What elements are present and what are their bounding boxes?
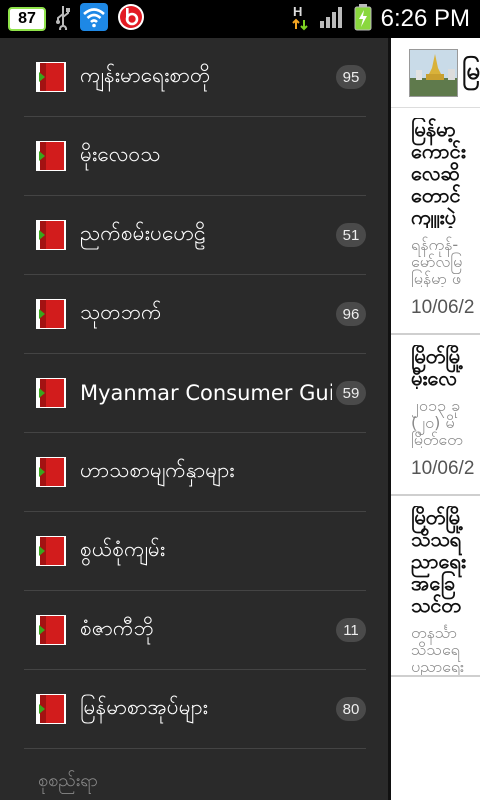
svg-text:H: H <box>293 4 302 19</box>
content-header-title: မြ <box>462 56 480 85</box>
book-icon <box>36 536 66 566</box>
sidebar-item[interactable]: Myanmar Consumer Guide59 <box>24 354 366 433</box>
sidebar-item[interactable]: ညက်စမ်းပဟေဠိ 51 <box>24 196 366 275</box>
unread-count-badge: 11 <box>336 618 366 642</box>
unread-count-badge: 95 <box>336 65 366 89</box>
article-excerpt: တနင်္သာ သိသရေ ပညာရေး <box>411 624 465 675</box>
unread-count-badge: 51 <box>336 223 366 247</box>
book-icon <box>36 457 66 487</box>
article-excerpt: ရန်ကုန်- မော်လမြ မြန်မာ့ ဖ <box>411 236 463 287</box>
content-header[interactable]: မြ <box>391 38 480 108</box>
article-list: မြန်မာ့ ကောင်း လေဆိ တောင် ကျူးပဲ့ရန်ကုန်… <box>391 108 480 677</box>
sidebar-item[interactable]: စံဇာကီဘို 11 <box>24 591 366 670</box>
book-icon <box>36 299 66 329</box>
sidebar-item[interactable]: ဟာသစာမျက်နှာများ <box>24 433 366 512</box>
pagoda-thumbnail <box>409 48 459 97</box>
battery-charging-icon <box>353 3 373 35</box>
article-title: မြန်မာ့ ကောင်း လေဆိ တောင် ကျူးပဲ့ <box>411 118 466 228</box>
battery-badge-icon: 87 <box>8 7 46 31</box>
sidebar-item[interactable]: မိုးလေဝသ <box>24 117 366 196</box>
sidebar-item-label: Myanmar Consumer Guide <box>80 381 332 405</box>
sidebar-drawer: ကျန်းမာရေးစာတို 95 မိုးလေဝသညက်စမ်းပဟေဠိ 51 သ… <box>0 38 388 800</box>
article-card[interactable]: မြိတ်မြို့ မိုးလေ၂၀၁၃ ခု (၂၀) မိ မြိတ်တေ… <box>391 335 480 496</box>
beats-audio-icon <box>116 2 146 36</box>
article-card[interactable]: မြိတ်မြို့ သိသရ ညာရေး အခြေ သင်တတနင်္သာ သ… <box>391 496 480 677</box>
article-date: 10/06/2 <box>411 458 475 479</box>
sidebar-item[interactable]: ကျန်းမာရေးစာတို 95 <box>24 38 366 117</box>
sidebar-item-label: စံဇာကီဘို <box>80 615 154 640</box>
clock: 6:26 PM <box>380 5 470 32</box>
article-title: မြိတ်မြို့ မိုးလေ <box>411 345 464 389</box>
sidebar-footer-label: စုစည်းရာ <box>38 770 98 791</box>
sidebar-item-label: မြန်မာစာအုပ်များ <box>80 694 209 719</box>
book-icon <box>36 220 66 250</box>
sidebar-item-label: ဟာသစာမျက်နှာများ <box>80 457 235 482</box>
book-icon <box>36 694 66 724</box>
book-icon <box>36 141 66 171</box>
unread-count-badge: 80 <box>336 697 366 721</box>
sidebar-item-label: ကျန်းမာရေးစာတို <box>80 62 211 87</box>
sidebar-item-label: ညက်စမ်းပဟေဠိ <box>80 220 206 245</box>
book-icon <box>36 378 66 408</box>
sidebar-item-label: သုတဘက် <box>80 299 162 324</box>
sidebar-item[interactable]: မြန်မာစာအုပ်များ 80 <box>24 670 366 749</box>
sidebar-item[interactable]: စွယ်စုံကျမ်း <box>24 512 366 591</box>
usb-icon <box>54 4 72 34</box>
status-bar: 87 H 6:26 PM <box>0 0 480 38</box>
article-card[interactable]: မြန်မာ့ ကောင်း လေဆိ တောင် ကျူးပဲ့ရန်ကုန်… <box>391 108 480 335</box>
hspa-data-icon: H <box>291 3 311 35</box>
unread-count-badge: 96 <box>336 302 366 326</box>
book-icon <box>36 615 66 645</box>
sidebar-list: ကျန်းမာရေးစာတို 95 မိုးလေဝသညက်စမ်းပဟေဠိ 51 သ… <box>0 38 388 749</box>
sidebar-item[interactable]: သုတဘက် 96 <box>24 275 366 354</box>
wifi-icon <box>80 3 108 35</box>
battery-level: 87 <box>18 10 36 27</box>
sidebar-item-label: စွယ်စုံကျမ်း <box>80 536 166 561</box>
unread-count-badge: 59 <box>336 381 366 405</box>
book-icon <box>36 62 66 92</box>
sidebar-item-label: မိုးလေဝသ <box>80 141 161 166</box>
article-excerpt: ၂၀၁၃ ခု (၂၀) မိ မြိတ်တေ <box>411 397 463 448</box>
content-panel[interactable]: မြ မြန်မာ့ ကောင်း လေဆိ တောင် ကျူးပဲ့ရန်က… <box>388 38 480 800</box>
article-title: မြိတ်မြို့ သိသရ ညာရေး အခြေ သင်တ <box>411 506 466 616</box>
article-date: 10/06/2 <box>411 297 475 318</box>
signal-strength-icon <box>319 5 345 33</box>
